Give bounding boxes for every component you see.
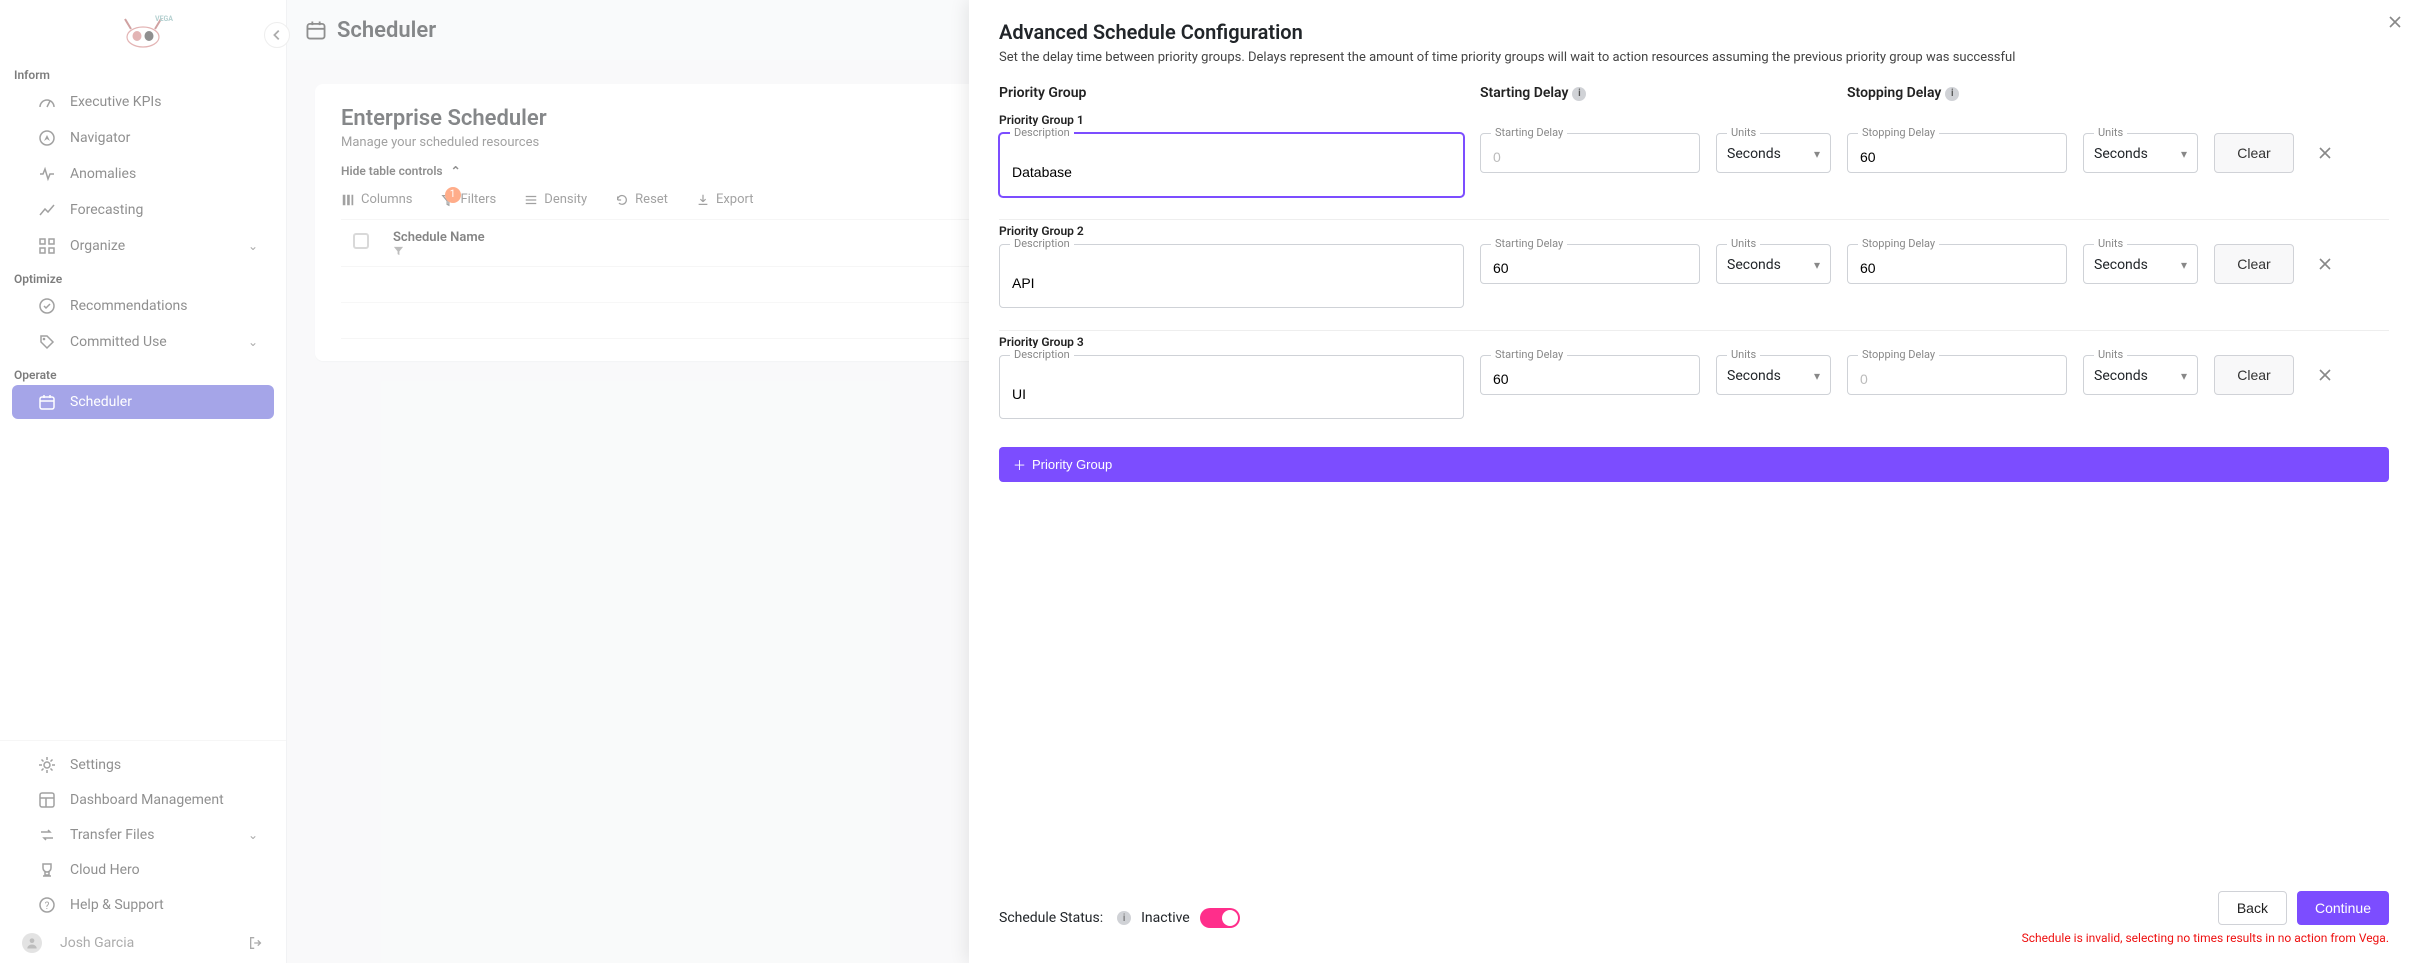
starting-delay-float-label: Starting Delay xyxy=(1491,348,1567,361)
remove-group-button[interactable] xyxy=(2310,355,2340,395)
panel-footer: Schedule Status: i Inactive Back Continu… xyxy=(999,879,2389,945)
units-float-label: Units xyxy=(2094,126,2127,139)
stopping-delay-field-wrapper: Stopping Delay xyxy=(1847,244,2067,284)
starting-delay-float-label: Starting Delay xyxy=(1491,126,1567,139)
stopping-delay-field-wrapper: Stopping Delay xyxy=(1847,355,2067,395)
units-value: Seconds xyxy=(2094,257,2148,273)
add-pg-label: Priority Group xyxy=(1032,457,1112,472)
stopping-delay-float-label: Stopping Delay xyxy=(1858,237,1939,250)
starting-units-select[interactable]: Units Seconds ▾ xyxy=(1716,244,1831,284)
caret-down-icon: ▾ xyxy=(2181,369,2187,383)
info-icon[interactable]: i xyxy=(1945,87,1959,101)
remove-group-button[interactable] xyxy=(2310,244,2340,284)
advanced-schedule-panel: Advanced Schedule Configuration Set the … xyxy=(969,0,2419,963)
description-input[interactable] xyxy=(1000,134,1463,196)
stopping-delay-input[interactable] xyxy=(1848,245,2066,283)
units-value: Seconds xyxy=(1727,146,1781,162)
units-float-label: Units xyxy=(2094,348,2127,361)
clear-button[interactable]: Clear xyxy=(2214,355,2294,395)
starting-delay-field-wrapper: Starting Delay xyxy=(1480,133,1700,173)
header-priority-group: Priority Group xyxy=(999,85,1464,101)
panel-column-headers: Priority Group Starting Delayi Stopping … xyxy=(999,83,2389,109)
description-field-wrapper: Description xyxy=(999,355,1464,419)
status-toggle[interactable] xyxy=(1200,908,1240,928)
caret-down-icon: ▾ xyxy=(1814,258,1820,272)
starting-units-select[interactable]: Units Seconds ▾ xyxy=(1716,355,1831,395)
caret-down-icon: ▾ xyxy=(1814,369,1820,383)
remove-group-button[interactable] xyxy=(2310,133,2340,173)
validation-error: Schedule is invalid, selecting no times … xyxy=(2022,931,2389,945)
plus-icon: ＋ xyxy=(1013,455,1026,474)
units-float-label: Units xyxy=(1727,237,1760,250)
caret-down-icon: ▾ xyxy=(2181,147,2187,161)
stopping-delay-input[interactable] xyxy=(1848,134,2066,172)
caret-down-icon: ▾ xyxy=(1814,147,1820,161)
stopping-delay-field-wrapper: Stopping Delay xyxy=(1847,133,2067,173)
stopping-delay-input[interactable] xyxy=(1848,356,2066,394)
units-float-label: Units xyxy=(1727,348,1760,361)
priority-group-block: Priority Group 1 Description Starting De… xyxy=(999,109,2389,220)
info-icon[interactable]: i xyxy=(1117,911,1131,925)
priority-group-block: Priority Group 3 Description Starting De… xyxy=(999,331,2389,441)
info-icon[interactable]: i xyxy=(1572,87,1586,101)
units-value: Seconds xyxy=(1727,257,1781,273)
stopping-delay-float-label: Stopping Delay xyxy=(1858,126,1939,139)
units-float-label: Units xyxy=(1727,126,1760,139)
close-icon xyxy=(2318,368,2332,382)
stopping-units-select[interactable]: Units Seconds ▾ xyxy=(2083,133,2198,173)
status-inactive-label: Inactive xyxy=(1141,910,1190,926)
description-field-wrapper: Description xyxy=(999,133,1464,197)
continue-button[interactable]: Continue xyxy=(2297,891,2389,925)
units-value: Seconds xyxy=(2094,146,2148,162)
description-input[interactable] xyxy=(1000,245,1463,307)
units-value: Seconds xyxy=(2094,368,2148,384)
close-icon xyxy=(2318,146,2332,160)
description-float-label: Description xyxy=(1010,348,1074,361)
description-float-label: Description xyxy=(1010,126,1074,139)
priority-group-title: Priority Group 1 xyxy=(999,113,2389,127)
header-starting-delay: Starting Delayi xyxy=(1480,85,1700,101)
panel-close-button[interactable] xyxy=(2387,14,2403,30)
header-stopping-delay: Stopping Delayi xyxy=(1847,85,2067,101)
add-priority-group-button[interactable]: ＋ Priority Group xyxy=(999,447,2389,482)
status-label: Schedule Status: xyxy=(999,910,1103,926)
clear-button[interactable]: Clear xyxy=(2214,133,2294,173)
starting-delay-input[interactable] xyxy=(1481,245,1699,283)
description-field-wrapper: Description xyxy=(999,244,1464,308)
priority-group-title: Priority Group 2 xyxy=(999,224,2389,238)
starting-delay-float-label: Starting Delay xyxy=(1491,237,1567,250)
clear-button[interactable]: Clear xyxy=(2214,244,2294,284)
units-float-label: Units xyxy=(2094,237,2127,250)
panel-subtitle: Set the delay time between priority grou… xyxy=(999,50,2389,65)
panel-title: Advanced Schedule Configuration xyxy=(999,20,2389,44)
units-value: Seconds xyxy=(1727,368,1781,384)
priority-group-block: Priority Group 2 Description Starting De… xyxy=(999,220,2389,331)
starting-delay-input[interactable] xyxy=(1481,356,1699,394)
starting-delay-input[interactable] xyxy=(1481,134,1699,172)
caret-down-icon: ▾ xyxy=(2181,258,2187,272)
starting-units-select[interactable]: Units Seconds ▾ xyxy=(1716,133,1831,173)
priority-group-title: Priority Group 3 xyxy=(999,335,2389,349)
stopping-units-select[interactable]: Units Seconds ▾ xyxy=(2083,244,2198,284)
description-input[interactable] xyxy=(1000,356,1463,418)
close-icon xyxy=(2318,257,2332,271)
back-button[interactable]: Back xyxy=(2218,891,2287,925)
starting-delay-field-wrapper: Starting Delay xyxy=(1480,244,1700,284)
stopping-units-select[interactable]: Units Seconds ▾ xyxy=(2083,355,2198,395)
stopping-delay-float-label: Stopping Delay xyxy=(1858,348,1939,361)
starting-delay-field-wrapper: Starting Delay xyxy=(1480,355,1700,395)
description-float-label: Description xyxy=(1010,237,1074,250)
close-icon xyxy=(2387,14,2403,30)
